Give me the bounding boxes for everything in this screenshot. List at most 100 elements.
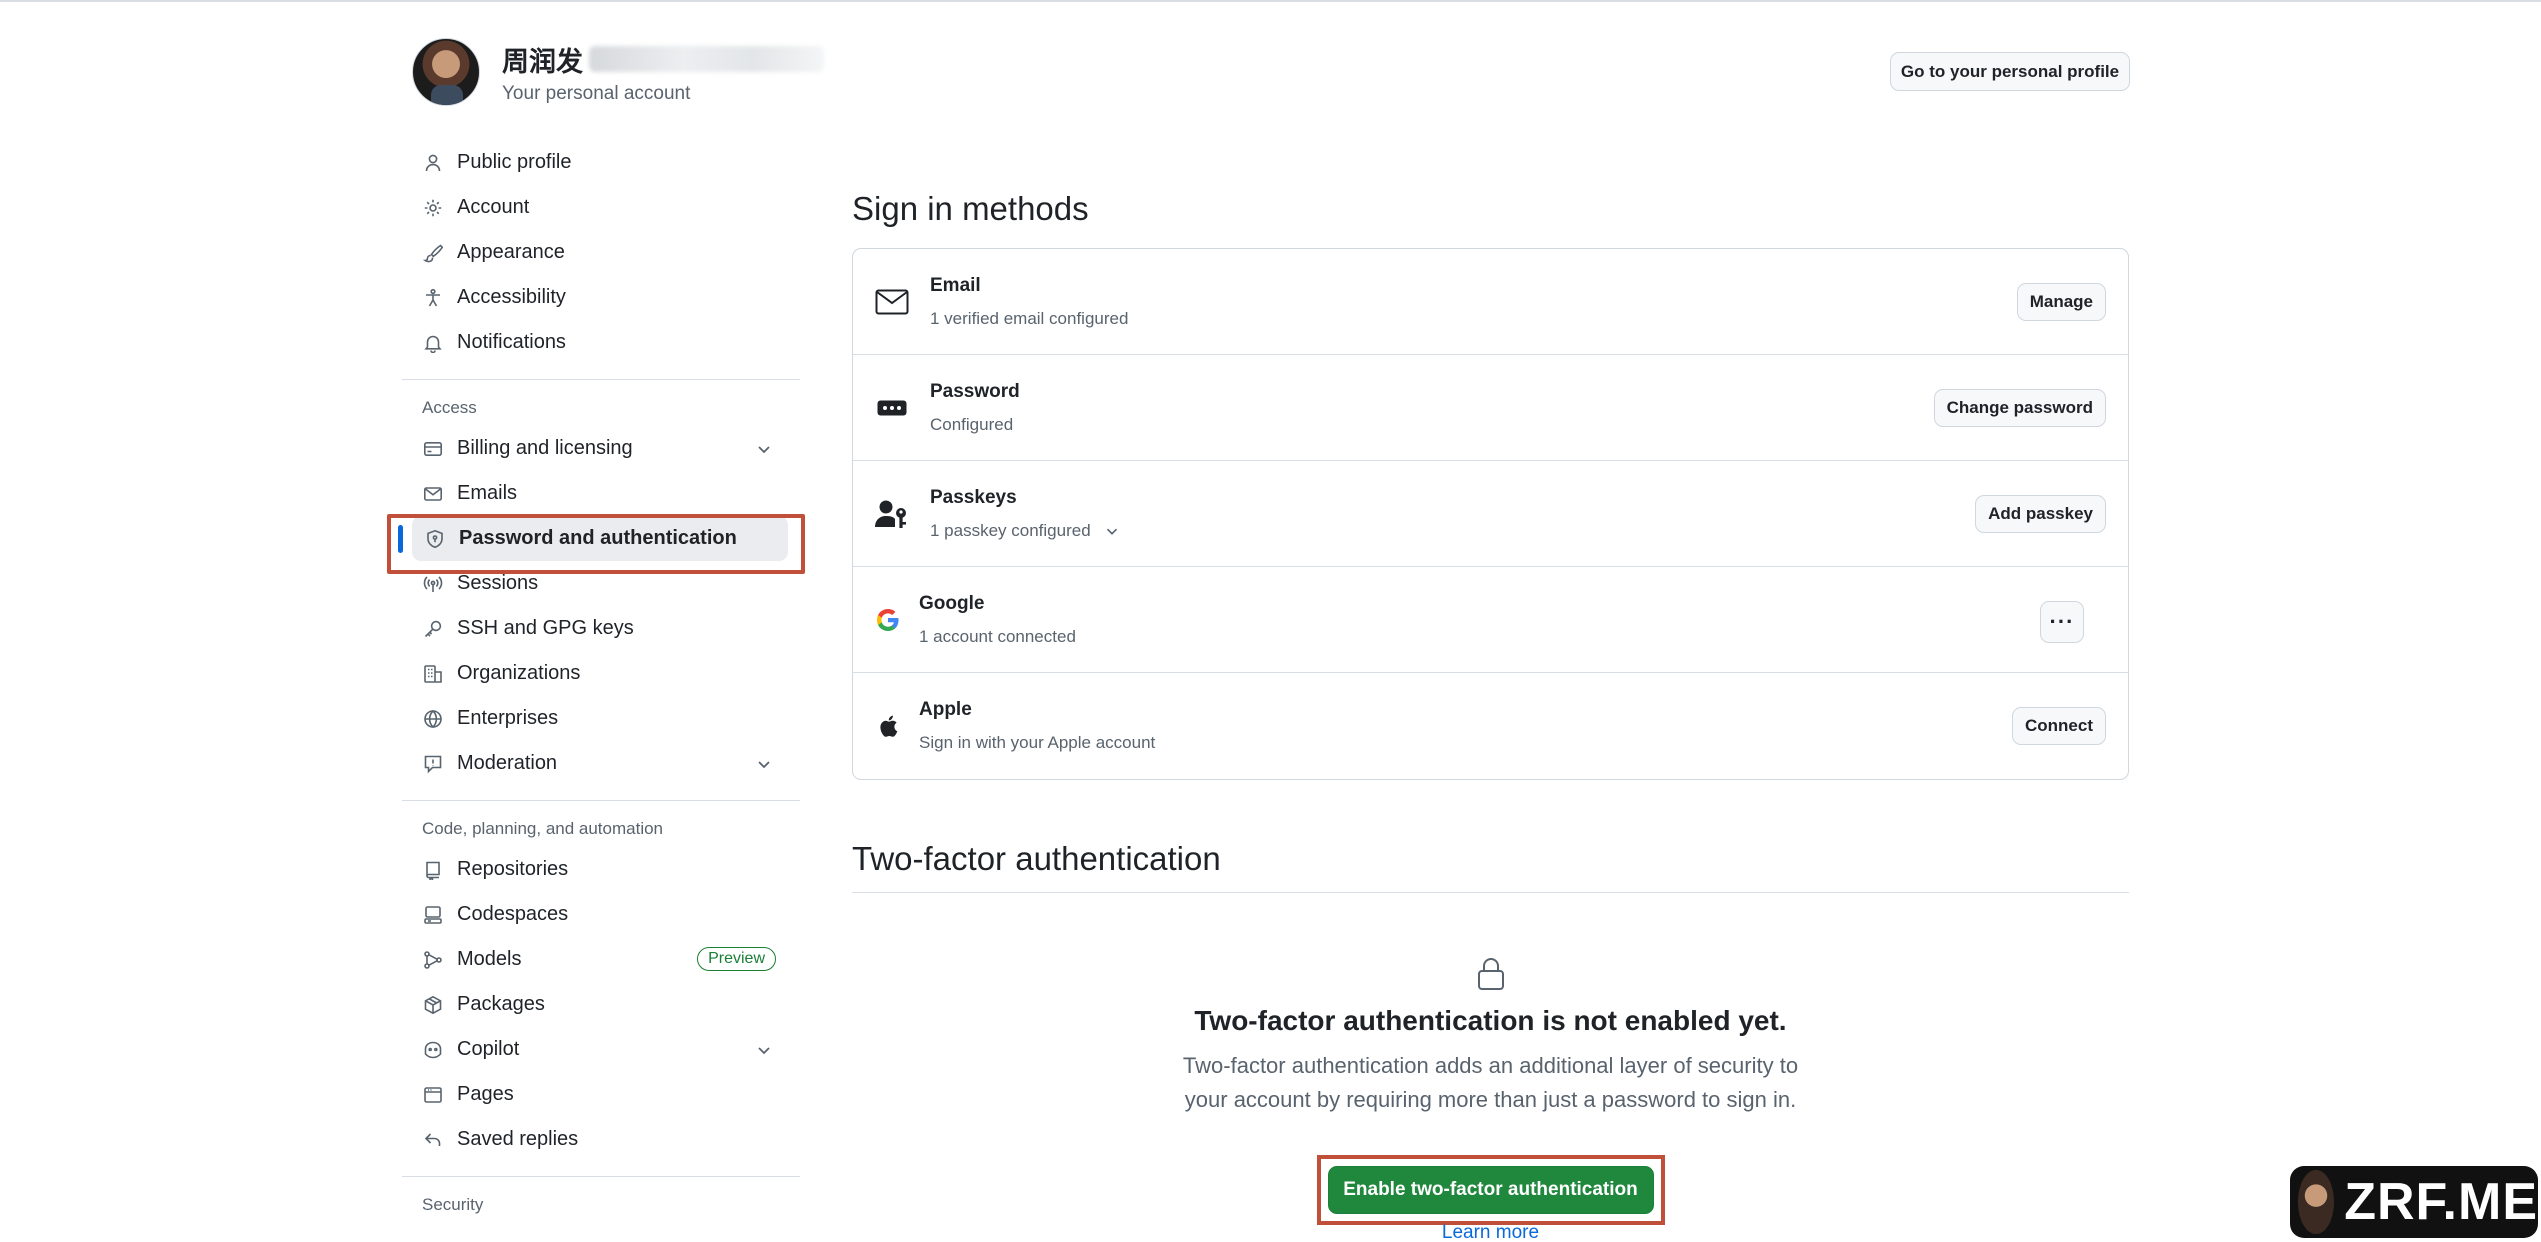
sidebar-item-billing[interactable]: Billing and licensing (402, 426, 800, 471)
key-icon (422, 618, 444, 640)
watermark-avatar (2298, 1170, 2335, 1234)
sidebar-item-packages[interactable]: Packages (402, 982, 800, 1027)
sidebar-item-password-and-authentication[interactable]: Password and authentication (398, 516, 788, 561)
bell-icon (422, 332, 444, 354)
chevron-down-icon (1103, 522, 1121, 540)
method-title: Apple (919, 699, 972, 720)
lock-icon (1476, 957, 1506, 991)
sidebar-item-sessions[interactable]: Sessions (402, 561, 800, 606)
sidebar-item-label: Emails (457, 482, 518, 504)
sidebar-item-account[interactable]: Account (402, 185, 800, 230)
profile-name: 周润发 (502, 46, 583, 77)
sidebar-item-label: Appearance (457, 241, 565, 263)
password-icon (875, 393, 909, 423)
google-icon (871, 605, 905, 635)
enable-two-factor-button[interactable]: Enable two-factor authentication (1327, 1166, 1654, 1214)
two-factor-description-line: Two-factor authentication adds an additi… (1182, 1053, 1799, 1078)
connect-apple-button[interactable]: Connect (2012, 707, 2106, 745)
mail-icon (422, 483, 444, 505)
change-password-button[interactable]: Change password (1933, 389, 2106, 427)
sidebar-item-label: Packages (457, 993, 545, 1015)
sidebar-item-accessibility[interactable]: Accessibility (402, 275, 800, 320)
top-divider (0, 0, 2541, 2)
passkey-subtitle-toggle[interactable]: 1 passkey configured (930, 521, 1121, 541)
main-content: Sign in methods Email 1 verified email c… (852, 190, 2129, 1225)
chevron-down-icon[interactable] (754, 1040, 774, 1060)
sidebar-section-access: Access (422, 398, 477, 417)
watermark-text: ZRF.ME (2344, 1173, 2538, 1231)
sign-in-methods-list: Email 1 verified email configured Manage… (852, 248, 2129, 780)
mail-icon (875, 287, 909, 317)
profile-header: 周润发 Your personal account (412, 38, 824, 106)
two-factor-title: Two-factor authentication (852, 840, 1221, 877)
sidebar-item-organizations[interactable]: Organizations (402, 651, 800, 696)
two-factor-description: Two-factor authentication adds an additi… (1171, 1049, 1811, 1117)
sidebar-item-copilot[interactable]: Copilot (402, 1027, 800, 1072)
sidebar-item-label: Moderation (457, 752, 558, 774)
profile-subtitle: Your personal account (502, 82, 691, 104)
repo-icon (422, 859, 444, 881)
blurred-username (589, 46, 824, 72)
sidebar-item-moderation[interactable]: Moderation (402, 741, 800, 786)
sidebar-item-appearance[interactable]: Appearance (402, 230, 800, 275)
two-factor-heading: Two-factor authentication is not enabled… (1194, 1005, 1787, 1036)
passkey-icon (875, 499, 909, 529)
sidebar-item-label: SSH and GPG keys (457, 617, 634, 639)
method-title: Passkeys (930, 487, 1017, 508)
sidebar-divider (402, 800, 800, 801)
apple-icon (871, 711, 905, 741)
sidebar-item-pages[interactable]: Pages (402, 1072, 800, 1117)
method-row-email: Email 1 verified email configured Manage (853, 249, 2128, 355)
sidebar-item-label: Copilot (457, 1038, 520, 1060)
organization-icon (422, 663, 444, 685)
avatar[interactable] (412, 38, 480, 106)
credit-card-icon (422, 438, 444, 460)
sidebar-item-label: Pages (457, 1083, 514, 1105)
watermark: ZRF.ME (2290, 1166, 2538, 1238)
sidebar-item-label: Models (457, 948, 522, 970)
profile-name-row: 周润发 (502, 40, 824, 79)
sidebar-item-codespaces[interactable]: Codespaces (402, 892, 800, 937)
sidebar-item-saved-replies[interactable]: Saved replies (402, 1117, 800, 1162)
sidebar-item-repositories[interactable]: Repositories (402, 847, 800, 892)
method-row-apple: Apple Sign in with your Apple account Co… (853, 673, 2128, 779)
google-more-options-button[interactable]: ··· (2040, 601, 2084, 643)
sidebar-item-label: Sessions (457, 572, 539, 594)
paintbrush-icon (422, 242, 444, 264)
sidebar-item-emails[interactable]: Emails (402, 471, 800, 516)
report-icon (422, 753, 444, 775)
person-icon (422, 152, 444, 174)
codespaces-icon (422, 904, 444, 926)
method-subtitle: Sign in with your Apple account (919, 733, 1156, 752)
sidebar-item-label: Organizations (457, 662, 581, 684)
globe-icon (422, 708, 444, 730)
method-subtitle: 1 passkey configured (930, 521, 1091, 540)
method-subtitle: 1 verified email configured (930, 309, 1129, 328)
sidebar-divider (402, 1176, 800, 1177)
sidebar-item-label: Password and authentication (459, 527, 737, 549)
method-row-google: Google 1 account connected ··· (853, 567, 2128, 673)
browser-icon (422, 1084, 444, 1106)
sidebar-item-enterprises[interactable]: Enterprises (402, 696, 800, 741)
sidebar-item-models[interactable]: Models Preview (402, 937, 800, 982)
chevron-down-icon[interactable] (754, 754, 774, 774)
add-passkey-button[interactable]: Add passkey (1975, 495, 2106, 533)
sidebar-item-public-profile[interactable]: Public profile (402, 140, 800, 185)
profile-text: 周润发 Your personal account (502, 40, 824, 105)
sidebar-item-ssh-gpg-keys[interactable]: SSH and GPG keys (402, 606, 800, 651)
sidebar-item-label: Saved replies (457, 1128, 579, 1150)
gear-icon (422, 197, 444, 219)
manage-email-button[interactable]: Manage (2016, 283, 2106, 321)
method-title: Password (930, 381, 1020, 402)
two-factor-divider (852, 892, 2129, 893)
copilot-icon (422, 1039, 444, 1061)
chevron-down-icon[interactable] (754, 439, 774, 459)
sidebar-item-label: Accessibility (457, 286, 566, 308)
sidebar-item-notifications[interactable]: Notifications (402, 320, 800, 365)
method-title: Email (930, 275, 981, 296)
sidebar-item-label: Codespaces (457, 903, 569, 925)
method-row-passkeys: Passkeys 1 passkey configured Add passke… (853, 461, 2128, 567)
go-to-personal-profile-button[interactable]: Go to your personal profile (1890, 52, 2130, 91)
two-factor-description-line: your account by requiring more than just… (1184, 1087, 1797, 1112)
learn-more-link[interactable]: Learn more (852, 1222, 2129, 1242)
